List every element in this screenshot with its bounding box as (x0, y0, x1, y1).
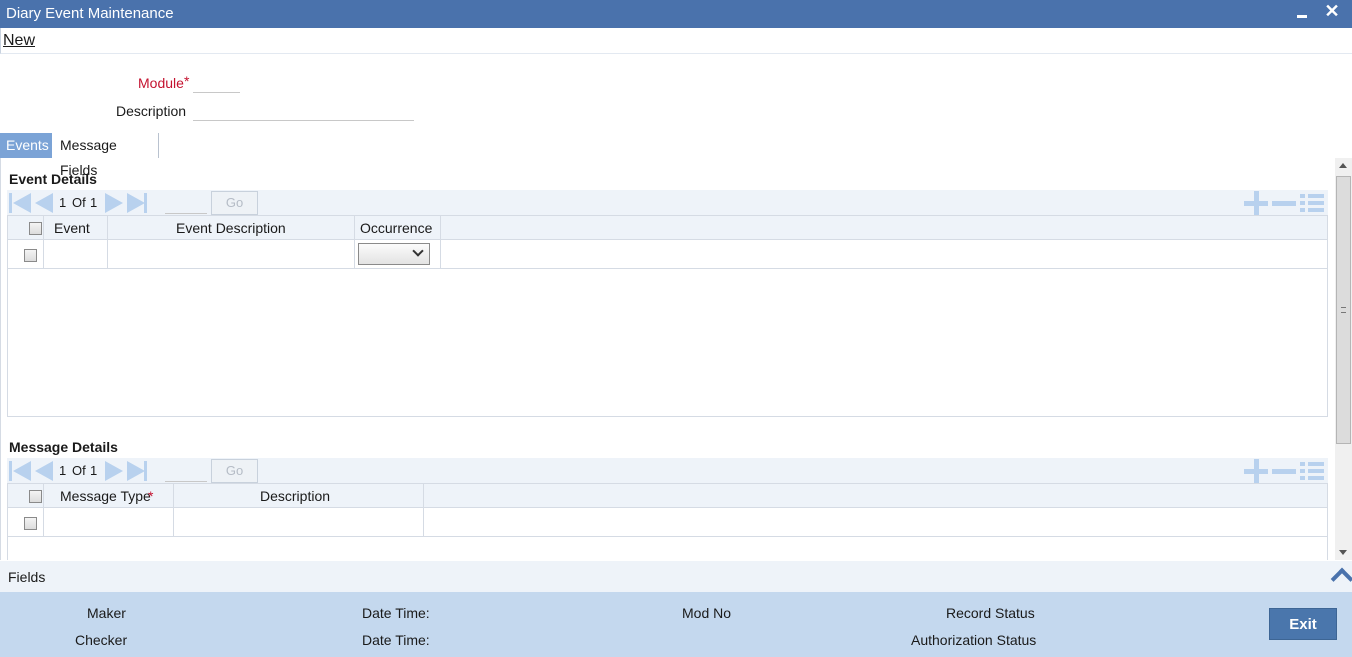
total-pages: 1 (90, 195, 98, 210)
scroll-thumb[interactable] (1336, 176, 1351, 444)
delete-row-icon[interactable] (1272, 194, 1296, 212)
tab-events[interactable]: Events (0, 133, 52, 158)
column-header-message-type: Message Type (60, 488, 151, 504)
page-number-input[interactable] (165, 192, 207, 214)
message-details-grid: Message Type * Description (7, 483, 1328, 560)
scroll-down-icon[interactable] (1339, 550, 1347, 555)
minimize-icon[interactable] (1294, 2, 1314, 24)
window-title: Diary Event Maintenance (6, 5, 174, 22)
column-header-occurrence: Occurrence (360, 220, 433, 236)
scroll-grip-icon (1341, 307, 1346, 313)
fields-button[interactable]: Fields (8, 569, 45, 585)
last-page-icon[interactable] (127, 461, 149, 481)
go-button[interactable]: Go (211, 191, 258, 215)
module-input[interactable] (193, 73, 240, 93)
scroll-up-icon[interactable] (1339, 163, 1347, 168)
event-description-cell[interactable] (108, 241, 354, 269)
delete-row-icon[interactable] (1272, 462, 1296, 480)
row-checkbox[interactable] (24, 517, 37, 530)
add-row-icon[interactable] (1244, 459, 1268, 483)
current-page: 1 (59, 195, 67, 210)
add-row-icon[interactable] (1244, 191, 1268, 215)
message-details-title: Message Details (9, 439, 118, 455)
message-type-required-marker: * (148, 488, 154, 504)
first-page-icon[interactable] (9, 193, 31, 213)
page-number-input[interactable] (165, 460, 207, 482)
first-page-icon[interactable] (9, 461, 31, 481)
description-label: Description (116, 103, 187, 119)
select-all-checkbox[interactable] (29, 490, 42, 503)
event-details-pager: 1 Of 1 Go (7, 190, 1328, 216)
module-required-marker: * (184, 73, 190, 89)
checker-date-time-label: Date Time: (362, 632, 430, 648)
mod-no-label: Mod No (682, 605, 732, 621)
current-page: 1 (59, 463, 67, 478)
maker-label: Maker (87, 605, 126, 621)
previous-page-icon[interactable] (33, 193, 55, 213)
last-page-icon[interactable] (127, 193, 149, 213)
table-row (8, 509, 1327, 537)
event-grid-header: Event Event Description Occurrence (8, 216, 1327, 269)
event-details-title: Event Details (9, 171, 97, 187)
go-button[interactable]: Go (211, 459, 258, 483)
row-checkbox[interactable] (24, 249, 37, 262)
previous-page-icon[interactable] (33, 461, 55, 481)
single-view-icon[interactable] (1300, 462, 1324, 480)
message-type-cell[interactable] (44, 509, 173, 537)
occurrence-select[interactable] (358, 243, 430, 265)
module-label: Module (138, 75, 184, 91)
select-all-checkbox[interactable] (29, 222, 42, 235)
event-cell[interactable] (44, 241, 107, 269)
column-header-event-description: Event Description (176, 220, 286, 236)
description-cell[interactable] (174, 509, 423, 537)
authorization-status-label: Authorization Status (911, 632, 1037, 648)
total-pages: 1 (90, 463, 98, 478)
chevron-up-icon[interactable] (1329, 563, 1351, 583)
message-details-pager: 1 Of 1 Go (7, 458, 1328, 484)
fields-bar: Fields (0, 561, 1352, 592)
event-details-grid: Event Event Description Occurrence (7, 215, 1328, 417)
column-header-description: Description (260, 488, 331, 504)
next-page-icon[interactable] (103, 193, 125, 213)
menu-bar: New (0, 28, 1352, 54)
window-titlebar: Diary Event Maintenance ✕ (0, 0, 1352, 28)
audit-footer: Maker Checker Date Time: Date Time: Mod … (0, 592, 1352, 657)
table-row (8, 241, 1327, 269)
page-of-label: Of (72, 463, 86, 478)
next-page-icon[interactable] (103, 461, 125, 481)
message-grid-header: Message Type * Description (8, 484, 1327, 537)
content-panel: Event Details 1 Of 1 Go Event Event Desc… (0, 158, 1334, 560)
close-icon[interactable]: ✕ (1322, 0, 1342, 24)
chevron-down-icon (412, 245, 424, 257)
page-of-label: Of (72, 195, 86, 210)
record-status-label: Record Status (946, 605, 1035, 621)
vertical-scrollbar[interactable] (1335, 158, 1352, 560)
tab-message-fields[interactable]: Message Fields (54, 133, 159, 178)
column-header-event: Event (54, 220, 90, 236)
checker-label: Checker (75, 632, 128, 648)
new-link[interactable]: New (3, 32, 35, 50)
single-view-icon[interactable] (1300, 194, 1324, 212)
maker-date-time-label: Date Time: (362, 605, 430, 621)
exit-button[interactable]: Exit (1269, 608, 1337, 640)
description-input[interactable] (193, 101, 414, 121)
